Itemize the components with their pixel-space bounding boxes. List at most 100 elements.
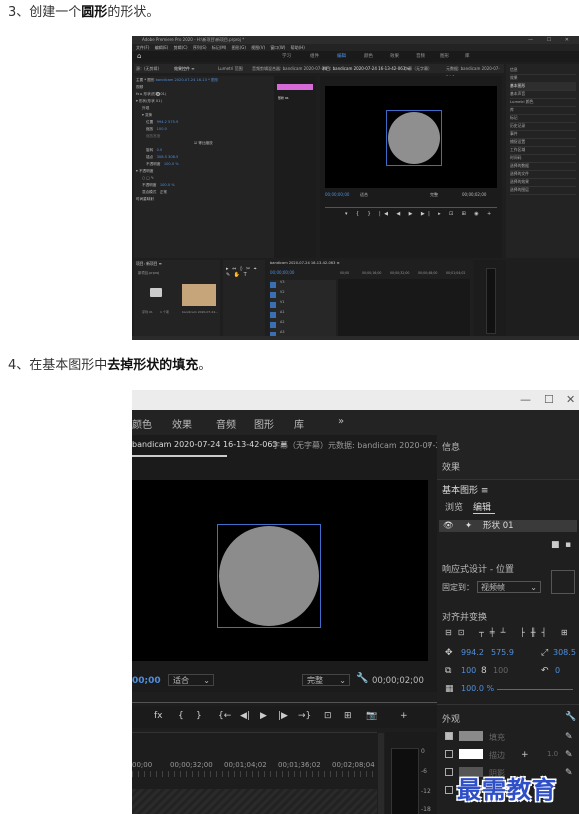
link-icon[interactable]: 8 <box>481 666 487 676</box>
program-timecode[interactable]: 00;00;00;00 <box>325 192 349 197</box>
align-icons[interactable]: ⊟⊡ ┬╪┴ ├╫┤ ⊞ <box>445 628 574 637</box>
layer-row[interactable]: 👁 ✦ 形状 01 <box>439 520 577 532</box>
stroke-width[interactable]: 1.0 <box>547 750 558 758</box>
program-ruler[interactable] <box>132 692 437 703</box>
fill-checkbox[interactable] <box>445 732 453 740</box>
rotation-value[interactable]: 0 <box>555 666 560 675</box>
transport-controls[interactable]: ▾ { } |◀ ◀ ▶ ▶| ▸ ⊡ ⊞ ◉ + <box>345 211 495 217</box>
tab-source[interactable]: 源：(无剪辑) <box>136 64 159 73</box>
opacity-value[interactable]: 100.0 % <box>461 684 494 693</box>
background-checkbox[interactable] <box>445 786 453 794</box>
folder-icon[interactable]: ■ <box>551 540 560 550</box>
essential-graphics-title[interactable]: 基本图形 ≡ <box>442 483 488 496</box>
folder-icon[interactable] <box>150 288 162 297</box>
menu-edit[interactable]: 编辑(E) <box>155 45 169 50</box>
tab-edit[interactable]: 编辑 <box>473 500 491 513</box>
panel-info[interactable]: 信息 <box>442 440 460 453</box>
tabs-more-icon[interactable]: » <box>427 440 432 449</box>
ws-color[interactable]: 颜色 <box>132 416 152 431</box>
ws-color[interactable]: 颜色 <box>364 51 373 62</box>
play-button[interactable]: ▶ <box>260 711 267 721</box>
circle-shape[interactable] <box>388 112 440 164</box>
ws-effects[interactable]: 效果 <box>390 51 399 62</box>
menu-clip[interactable]: 剪辑(C) <box>174 45 188 50</box>
track-toggle[interactable] <box>270 322 276 328</box>
tab-captions[interactable]: 字幕（无字幕） <box>272 440 328 451</box>
project-title[interactable]: 项目: 新项目 ≡ <box>136 261 162 267</box>
quality-dropdown[interactable]: 完整 <box>430 192 438 198</box>
program-canvas[interactable] <box>132 480 428 661</box>
menu-file[interactable]: 文件(F) <box>136 45 149 50</box>
anchor-value[interactable]: 308.5 <box>553 648 576 657</box>
step-forward-button[interactable]: |▶ <box>278 711 288 721</box>
opacity-slider[interactable] <box>497 689 573 690</box>
go-to-in-button[interactable]: {← <box>218 711 231 721</box>
timeline-scrollbar[interactable] <box>378 733 384 814</box>
menu-sequence[interactable]: 序列(S) <box>193 45 207 50</box>
timeline-title[interactable]: bandicam 2020-07-24 16-13-42-063 ≡ <box>270 261 340 265</box>
fx-icon[interactable]: fx <box>154 711 163 721</box>
pin-to-dropdown[interactable]: 视频帧 ⌄ <box>477 581 541 593</box>
menu-window[interactable]: 窗口(W) <box>270 45 285 50</box>
quality-dropdown[interactable]: 完整 ⌄ <box>302 674 350 686</box>
ec-value[interactable]: 0.0 <box>157 148 163 152</box>
ws-learn[interactable]: 学习 <box>282 51 291 62</box>
track-toggle[interactable] <box>270 302 276 308</box>
maximize-button[interactable]: ☐ <box>544 393 554 406</box>
fill-swatch[interactable] <box>459 731 483 741</box>
tab-lumetri[interactable]: Lumetri 范围 <box>218 64 243 73</box>
position-x[interactable]: 994.2 <box>461 648 484 657</box>
ws-audio[interactable]: 音频 <box>416 51 425 62</box>
fit-dropdown[interactable]: 适合 <box>360 192 368 198</box>
tab-program[interactable]: 节目: bandicam 2020-07-24 16-13-42-063 ≡ <box>322 64 410 73</box>
ws-audio[interactable]: 音频 <box>216 416 236 431</box>
scale-value[interactable]: 100 <box>461 666 476 675</box>
ws-edit[interactable]: 编辑 <box>337 51 346 62</box>
tab-effect-controls[interactable]: 效果控件 ≡ <box>174 64 195 73</box>
ec-value[interactable]: 100.0 <box>157 127 167 131</box>
wrench-icon[interactable]: 🔧 <box>356 673 368 684</box>
camera-icon[interactable]: 📷 <box>366 711 377 721</box>
eyedropper-icon[interactable]: ✎ <box>565 732 573 742</box>
eye-icon[interactable]: 👁 <box>443 520 454 532</box>
menu-marker[interactable]: 标记(M) <box>212 45 227 50</box>
ec-row[interactable]: ▾ 不透明度 <box>136 169 153 174</box>
ec-value[interactable]: ☑ 等比缩放 <box>194 141 213 145</box>
eyedropper-icon[interactable]: ✎ <box>565 768 573 778</box>
stroke-checkbox[interactable] <box>445 750 453 758</box>
ec-value[interactable]: 994.2 575.9 <box>157 120 179 124</box>
add-stroke-icon[interactable]: + <box>521 750 529 760</box>
close-button[interactable]: ✕ <box>566 393 575 406</box>
timeline-ruler[interactable]: 00;00 00;00;16;00 00;00;32;00 00;00;48;0… <box>338 271 470 277</box>
program-canvas[interactable] <box>325 86 497 188</box>
anchor-widget[interactable] <box>551 570 575 594</box>
panel-item[interactable]: 选择的图层 <box>510 186 576 195</box>
ec-row[interactable]: ☑ 等比缩放 <box>194 141 213 146</box>
ec-value[interactable]: 308.5 308.5 <box>157 155 179 159</box>
ws-assembly[interactable]: 组件 <box>310 51 319 62</box>
extract-button[interactable]: ⊞ <box>344 711 352 721</box>
wrench-icon[interactable]: 🔧 <box>565 712 576 722</box>
ws-libraries[interactable]: 库 <box>465 51 470 62</box>
ec-row[interactable]: 时间重映射 <box>136 197 154 202</box>
ws-graphics[interactable]: 图形 <box>440 51 449 62</box>
ec-value[interactable]: 正常 <box>160 190 167 194</box>
window-controls[interactable]: — ☐ ✕ <box>528 36 575 44</box>
timeline-track-area[interactable] <box>132 789 377 814</box>
track-toggle[interactable] <box>270 312 276 318</box>
shadow-checkbox[interactable] <box>445 768 453 776</box>
tab-captions[interactable]: 字幕（无字幕） <box>404 64 432 73</box>
tab-program[interactable]: bandicam 2020-07-24 16-13-42-063 ≡ <box>132 440 287 449</box>
scale-height[interactable]: 100 <box>493 666 508 675</box>
position-y[interactable]: 575.9 <box>491 648 514 657</box>
tab-audio-mixer[interactable]: 音频剪辑混合器: bandicam 2020-07-24 <box>252 64 327 73</box>
ec-value[interactable]: 100.0 % <box>164 162 179 166</box>
circle-shape[interactable] <box>219 526 319 626</box>
ec-row[interactable]: ○ □ ✎ <box>142 176 154 181</box>
lift-button[interactable]: ⊡ <box>324 711 332 721</box>
timeline-timecode[interactable]: 00;00;00;00 <box>270 270 294 275</box>
step-back-button[interactable]: ◀| <box>240 711 250 721</box>
menu-view[interactable]: 视图(V) <box>251 45 265 50</box>
stroke-swatch[interactable] <box>459 749 483 759</box>
program-timecode[interactable]: 00;00 <box>132 676 161 686</box>
